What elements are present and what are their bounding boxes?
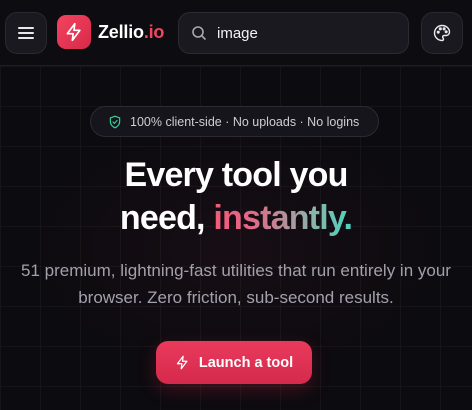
headline-line-2-plain: need, <box>119 199 214 237</box>
search-bar[interactable] <box>178 12 409 54</box>
hero-headline: Every tool you need, instantly. <box>0 154 472 240</box>
badge-text: 100% client-side · No uploads · No login… <box>130 114 360 129</box>
brand-name: Zellio.io <box>98 22 164 43</box>
headline-line-1: Every tool you <box>124 156 348 194</box>
launch-tool-button[interactable]: Launch a tool <box>156 341 312 384</box>
search-input[interactable] <box>217 24 397 42</box>
lightning-bolt-icon <box>175 355 190 370</box>
lightning-bolt-icon <box>57 15 91 49</box>
theme-button[interactable] <box>421 12 463 54</box>
headline-accent-word: instantly. <box>213 199 353 237</box>
brand-logo-link[interactable]: Zellio.io <box>57 15 164 49</box>
palette-icon <box>432 23 452 43</box>
page: Zellio.io image 100% client-side · No up… <box>0 0 472 410</box>
shield-check-icon <box>108 115 122 129</box>
brand-name-text: Zellio <box>98 21 144 42</box>
launch-tool-label: Launch a tool <box>198 354 294 371</box>
privacy-badge: 100% client-side · No uploads · No login… <box>90 106 379 137</box>
brand-tld-text: .io <box>143 21 165 42</box>
search-icon <box>191 25 207 41</box>
hero-subtitle: 51 premium, lightning-fast utilities tha… <box>21 261 451 307</box>
hamburger-menu-icon <box>18 26 34 40</box>
menu-button[interactable] <box>5 12 47 54</box>
top-nav: Zellio.io <box>0 0 472 66</box>
